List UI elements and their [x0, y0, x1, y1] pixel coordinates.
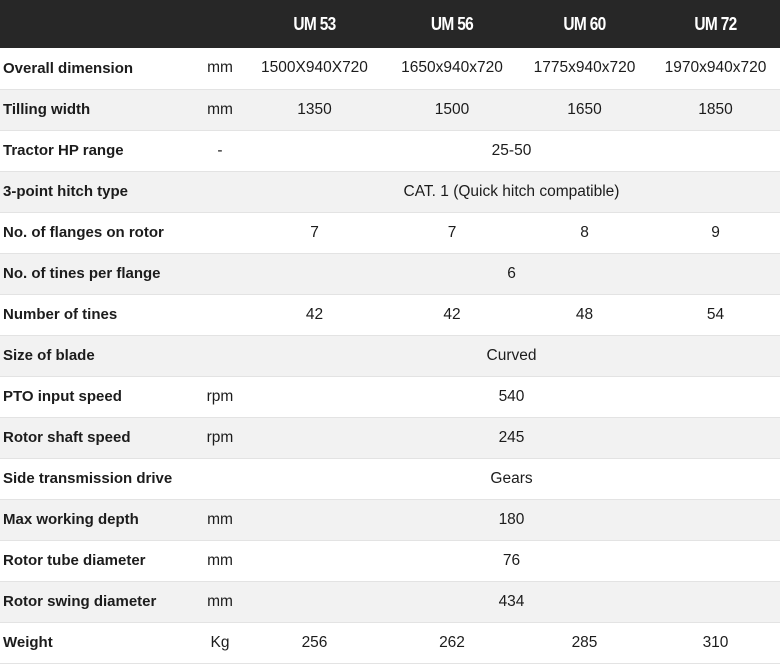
parameter-label: Overall dimension: [0, 48, 197, 89]
table-row: Tractor HP range -25-50: [0, 130, 780, 171]
unit-cell: [197, 458, 243, 499]
table-row: Overall dimension mm 1500X940X720 1650x940x…: [0, 48, 780, 89]
value-cell: 42: [243, 294, 386, 335]
header-model-um56: UM 56: [430, 13, 474, 34]
unit-cell: -: [197, 130, 243, 171]
value-cell: 1650x940x720: [386, 48, 518, 89]
unit-cell: [197, 212, 243, 253]
value-cell: 8: [518, 212, 651, 253]
value-cell: 285: [518, 622, 651, 663]
table-row: No. of flanges on rotor 7 7 8 9: [0, 212, 780, 253]
value-cell: 9: [651, 212, 780, 253]
common-value-cell: CAT. 1 (Quick hitch compatible): [243, 171, 780, 212]
common-value-cell: 245: [243, 417, 780, 458]
value-cell: 1970x940x720: [651, 48, 780, 89]
unit-cell: mm: [197, 499, 243, 540]
unit-cell: mm: [197, 581, 243, 622]
table-header: UM 53 UM 56 UM 60 UM 72: [0, 0, 780, 48]
header-row: UM 53 UM 56 UM 60 UM 72: [0, 0, 780, 48]
table-body: Overall dimension mm 1500X940X720 1650x940x…: [0, 48, 780, 663]
header-model-um60: UM 60: [563, 13, 606, 34]
parameter-label: Rotor swing diameter: [0, 581, 197, 622]
value-cell: 48: [518, 294, 651, 335]
value-cell: 1350: [243, 89, 386, 130]
header-parameter-cell: [14, 0, 183, 48]
common-value-cell: 540: [243, 376, 780, 417]
value-cell: 1500: [386, 89, 518, 130]
parameter-label: No. of tines per flange: [0, 253, 197, 294]
unit-cell: [197, 171, 243, 212]
value-cell: 42: [386, 294, 518, 335]
value-cell: 1850: [651, 89, 780, 130]
table-row: Weight Kg 256 262 285 310: [0, 622, 780, 663]
parameter-label: Number of tines: [0, 294, 197, 335]
unit-cell: [197, 335, 243, 376]
table-row: Rotor swing diameter mm 434: [0, 581, 780, 622]
header-model-um72: UM 72: [694, 13, 737, 34]
unit-cell: rpm: [197, 417, 243, 458]
table-row: Size of blade Curved: [0, 335, 780, 376]
table-row: Rotor tube diameter mm 76: [0, 540, 780, 581]
unit-cell: mm: [197, 540, 243, 581]
table-row: No. of tines per flange 6: [0, 253, 780, 294]
value-cell: 1650: [518, 89, 651, 130]
unit-cell: mm: [197, 89, 243, 130]
parameter-label: Tilling width: [0, 89, 197, 130]
header-unit-cell: [200, 0, 240, 48]
common-value-cell: 25-50: [243, 130, 780, 171]
value-cell: 310: [651, 622, 780, 663]
common-value-cell: 434: [243, 581, 780, 622]
parameter-label: Tractor HP range: [0, 130, 197, 171]
table-row: PTO input speed rpm 540: [0, 376, 780, 417]
value-cell: 1775x940x720: [518, 48, 651, 89]
common-value-cell: Curved: [243, 335, 780, 376]
parameter-label: Side transmission drive: [0, 458, 197, 499]
parameter-label: Rotor shaft speed: [0, 417, 197, 458]
unit-cell: Kg: [197, 622, 243, 663]
common-value-cell: 180: [243, 499, 780, 540]
unit-cell: rpm: [197, 376, 243, 417]
value-cell: 7: [386, 212, 518, 253]
specifications-table: UM 53 UM 56 UM 60 UM 72 Overall dimensio…: [0, 0, 780, 664]
parameter-label: Max working depth: [0, 499, 197, 540]
parameter-label: PTO input speed: [0, 376, 197, 417]
table-row: 3-point hitch type CAT. 1 (Quick hitch co…: [0, 171, 780, 212]
common-value-cell: 76: [243, 540, 780, 581]
value-cell: 262: [386, 622, 518, 663]
table-row: Side transmission drive Gears: [0, 458, 780, 499]
value-cell: 54: [651, 294, 780, 335]
parameter-label: 3-point hitch type: [0, 171, 197, 212]
parameter-label: Weight: [0, 622, 197, 663]
common-value-cell: 6: [243, 253, 780, 294]
header-model-um53: UM 53: [293, 13, 336, 34]
parameter-label: No. of flanges on rotor: [0, 212, 197, 253]
table-row: Rotor shaft speed rpm 245: [0, 417, 780, 458]
unit-cell: [197, 253, 243, 294]
value-cell: 256: [243, 622, 386, 663]
value-cell: 7: [243, 212, 386, 253]
parameter-label: Rotor tube diameter: [0, 540, 197, 581]
unit-cell: [197, 294, 243, 335]
table-row: Number of tines 42 42 48 54: [0, 294, 780, 335]
common-value-cell: Gears: [243, 458, 780, 499]
value-cell: 1500X940X720: [243, 48, 386, 89]
table-row: Max working depth mm 180: [0, 499, 780, 540]
parameter-label: Size of blade: [0, 335, 197, 376]
unit-cell: mm: [197, 48, 243, 89]
table-row: Tilling width mm 1350 1500 1650 1850: [0, 89, 780, 130]
